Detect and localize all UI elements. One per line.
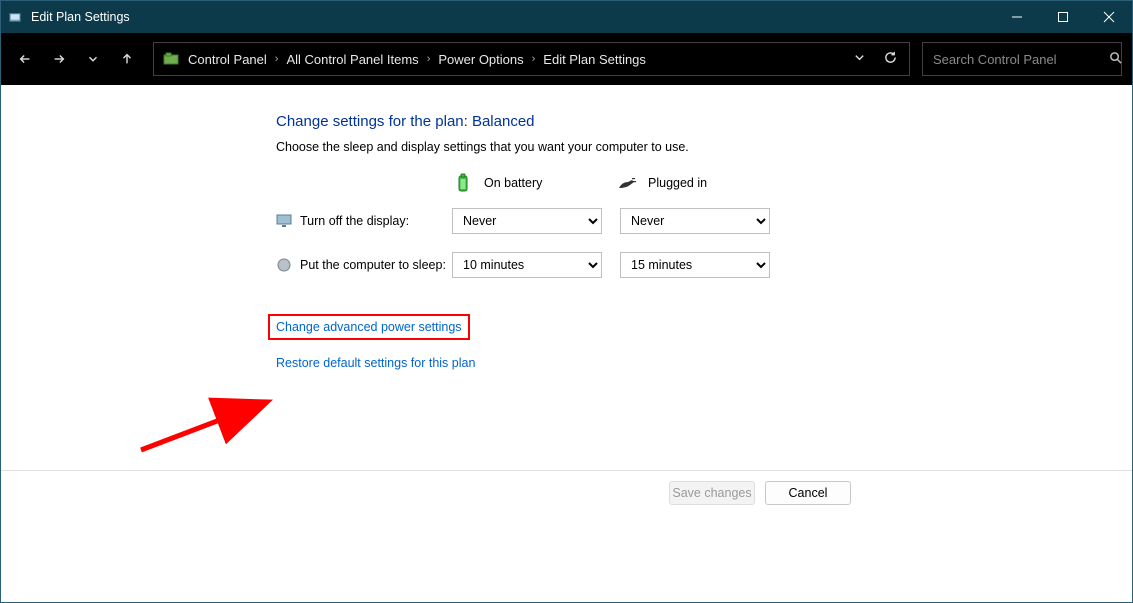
navbar: Control Panel› All Control Panel Items› … bbox=[1, 33, 1132, 85]
nav-up-button[interactable] bbox=[113, 45, 141, 73]
address-bar[interactable]: Control Panel› All Control Panel Items› … bbox=[153, 42, 910, 76]
nav-recent-button[interactable] bbox=[79, 45, 107, 73]
link-advanced-settings[interactable]: Change advanced power settings bbox=[268, 314, 470, 340]
nav-back-button[interactable] bbox=[11, 45, 39, 73]
titlebar: Edit Plan Settings bbox=[1, 1, 1132, 33]
address-icon bbox=[162, 50, 180, 68]
close-button[interactable] bbox=[1086, 1, 1132, 33]
annotation-arrow bbox=[131, 395, 281, 455]
display-battery-dropdown[interactable]: Never bbox=[452, 208, 602, 234]
monitor-icon bbox=[276, 213, 292, 229]
window-root: Edit Plan Settings Control Pane bbox=[0, 0, 1133, 603]
sleep-battery-dropdown[interactable]: 10 minutes bbox=[452, 252, 602, 278]
search-input[interactable] bbox=[933, 52, 1109, 67]
content-area: Change settings for the plan: Balanced C… bbox=[1, 85, 1132, 602]
row-sleep: Put the computer to sleep: 10 minutes 15… bbox=[276, 252, 876, 278]
breadcrumb-item[interactable]: Edit Plan Settings bbox=[543, 52, 646, 67]
window-title: Edit Plan Settings bbox=[29, 10, 130, 24]
minimize-button[interactable] bbox=[994, 1, 1040, 33]
display-label: Turn off the display: bbox=[300, 214, 409, 228]
breadcrumb-item[interactable]: All Control Panel Items› bbox=[286, 52, 430, 67]
history-dropdown-icon[interactable] bbox=[853, 51, 866, 67]
sleep-plugged-dropdown[interactable]: 15 minutes bbox=[620, 252, 770, 278]
chevron-right-icon: › bbox=[427, 53, 431, 65]
refresh-icon[interactable] bbox=[884, 51, 897, 67]
maximize-button[interactable] bbox=[1040, 1, 1086, 33]
search-box[interactable] bbox=[922, 42, 1122, 76]
sleep-label: Put the computer to sleep: bbox=[300, 258, 446, 272]
nav-forward-button[interactable] bbox=[45, 45, 73, 73]
button-row: Save changes Cancel bbox=[1, 470, 1132, 515]
plug-icon bbox=[616, 172, 638, 194]
app-icon bbox=[1, 10, 29, 24]
cancel-button[interactable]: Cancel bbox=[765, 481, 851, 505]
chevron-right-icon: › bbox=[532, 53, 536, 65]
moon-icon bbox=[276, 257, 292, 273]
battery-icon bbox=[452, 172, 474, 194]
page-heading: Change settings for the plan: Balanced bbox=[276, 113, 876, 130]
breadcrumb-item[interactable]: Control Panel› bbox=[188, 52, 278, 67]
page-subtext: Choose the sleep and display settings th… bbox=[276, 140, 876, 154]
link-restore-defaults[interactable]: Restore default settings for this plan bbox=[276, 356, 475, 370]
column-header-battery: On battery bbox=[452, 172, 616, 194]
column-header-plugged: Plugged in bbox=[616, 172, 780, 194]
display-plugged-dropdown[interactable]: Never bbox=[620, 208, 770, 234]
save-changes-button[interactable]: Save changes bbox=[669, 481, 755, 505]
chevron-right-icon: › bbox=[275, 53, 279, 65]
search-icon[interactable] bbox=[1109, 51, 1122, 67]
row-display: Turn off the display: Never Never bbox=[276, 208, 876, 234]
breadcrumb-item[interactable]: Power Options› bbox=[438, 52, 535, 67]
